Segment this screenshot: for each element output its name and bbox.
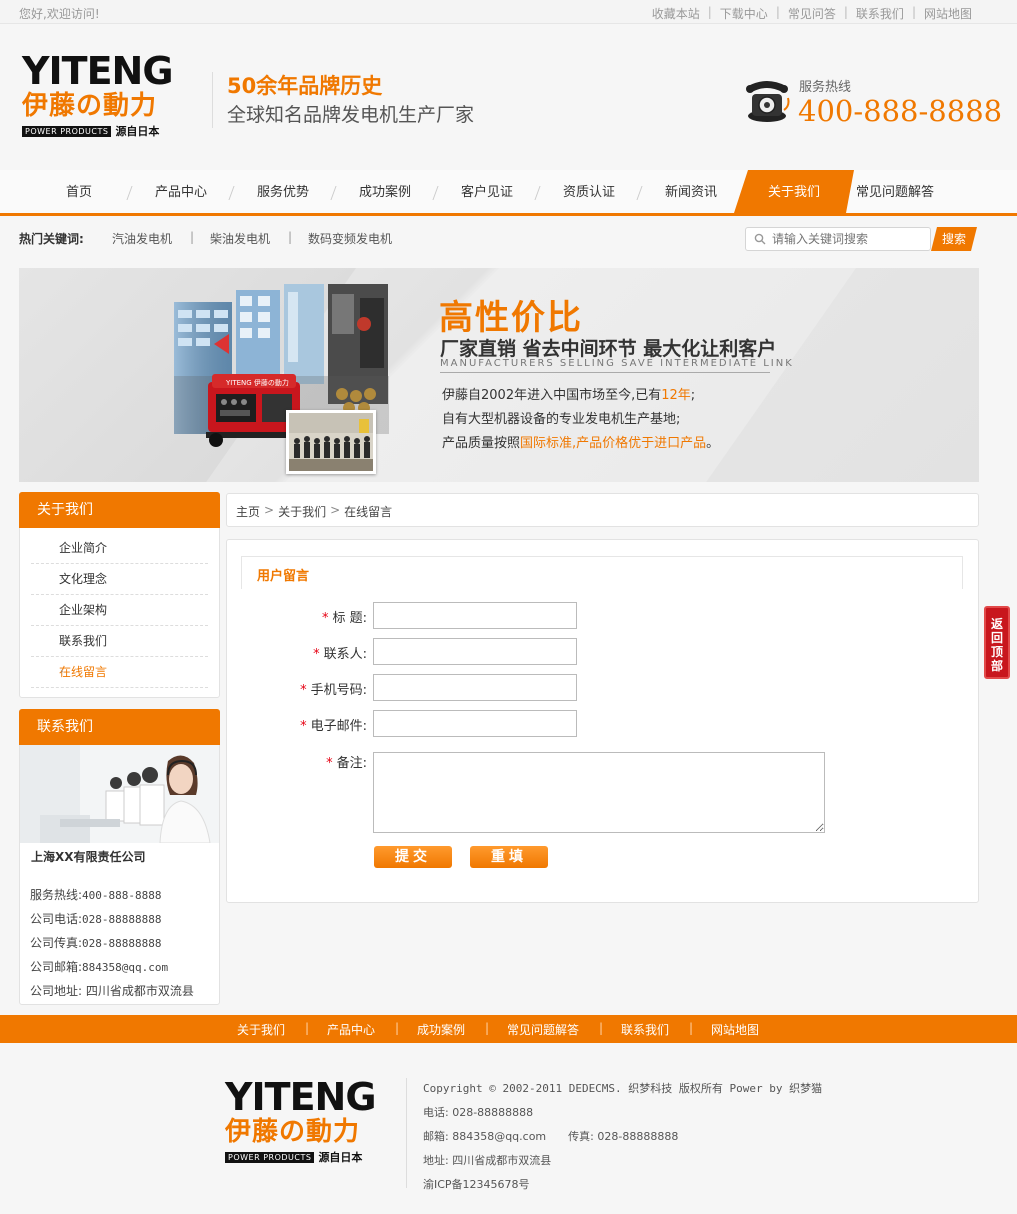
submit-button[interactable]: 提交 xyxy=(374,846,452,868)
footer-link-sitemap[interactable]: 网站地图 xyxy=(711,1021,759,1038)
top-link-favorite[interactable]: 收藏本站 xyxy=(652,5,700,22)
sidebar-item-message[interactable]: › 在线留言 xyxy=(31,657,208,688)
breadcrumb-current[interactable]: 在线留言 xyxy=(344,503,392,520)
back-to-top-button[interactable]: 返回顶部 xyxy=(984,606,1010,679)
sidebar-item-culture[interactable]: › 文化理念 xyxy=(31,564,208,595)
banner-line-3: 产品质量按照国际标准,产品价格优于进口产品。 xyxy=(442,436,720,451)
footer-nav: 关于我们 | 产品中心 | 成功案例 | 常见问题解答 | 联系我们 | 网站地… xyxy=(0,1015,1017,1043)
reset-button[interactable]: 重填 xyxy=(470,846,548,868)
banner-title: 高性价比 xyxy=(439,298,583,338)
title-input[interactable] xyxy=(373,602,577,629)
nav-certification[interactable]: 资质认证 xyxy=(539,170,639,213)
top-link-sitemap[interactable]: 网站地图 xyxy=(924,5,972,22)
breadcrumb-about[interactable]: 关于我们 xyxy=(278,503,326,520)
sidebar-fax: 公司传真:028-88888888 xyxy=(30,936,162,950)
sidebar-item-intro[interactable]: › 企业简介 xyxy=(31,533,208,564)
banner-english: MANUFACTURERS SELLING SAVE INTERMEDIATE … xyxy=(440,358,794,369)
form-section-title: 用户留言 xyxy=(257,569,310,584)
nav-news[interactable]: 新闻资讯 xyxy=(641,170,741,213)
nav-faq[interactable]: 常见问题解答 xyxy=(845,170,945,213)
contact-name-input[interactable] xyxy=(373,638,577,665)
nav-cases[interactable]: 成功案例 xyxy=(335,170,435,213)
main-nav: 首页 产品中心 服务优势 成功案例 客户见证 资质认证 新闻资讯 关于我们 常见… xyxy=(0,170,1017,216)
hotline-label: 服务热线 xyxy=(799,80,852,95)
search-icon xyxy=(754,233,766,245)
search-input[interactable] xyxy=(772,230,922,248)
contact-sidebar-title: 联系我们 xyxy=(19,709,220,745)
svg-text:YITENG 伊藤の動力: YITENG 伊藤の動力 xyxy=(225,378,289,387)
field-label-contact: * 联系人: xyxy=(313,647,367,662)
sidebar-address: 公司地址: 四川省成都市双流县 xyxy=(30,984,194,998)
hotline-number: 400-888-8888 xyxy=(798,94,1003,128)
footer-icp: 渝ICP备12345678号 xyxy=(423,1178,530,1191)
footer-logo: YITENG 伊藤の動力 POWER PRODUCTS 源自日本 xyxy=(225,1075,377,1164)
site-logo[interactable]: YITENG 伊藤の動力 POWER PRODUCTS 源自日本 xyxy=(22,52,194,139)
top-link-faq[interactable]: 常见问答 xyxy=(788,5,836,22)
nav-testimonials[interactable]: 客户见证 xyxy=(437,170,537,213)
keyword-inverter[interactable]: 数码变频发电机 xyxy=(308,230,392,247)
nav-products[interactable]: 产品中心 xyxy=(131,170,231,213)
field-label-email: * 电子邮件: xyxy=(300,719,367,734)
customer-service-image xyxy=(20,745,219,843)
welcome-text: 您好,欢迎访问! xyxy=(19,7,100,21)
banner-line-1: 伊藤自2002年进入中国市场至今,已有12年; xyxy=(442,388,696,403)
remarks-textarea[interactable] xyxy=(373,752,825,833)
keyword-gasoline[interactable]: 汽油发电机 xyxy=(112,230,172,247)
hot-keywords-label: 热门关键词: xyxy=(19,232,84,246)
banner-divider xyxy=(440,372,770,373)
form-section-header: 用户留言 xyxy=(241,556,963,589)
breadcrumb: 主页 > 关于我们 > 在线留言 xyxy=(236,503,393,520)
about-sidebar-title: 关于我们 xyxy=(19,492,220,528)
sidebar-phone: 公司电话:028-88888888 xyxy=(30,912,162,926)
field-label-mobile: * 手机号码: xyxy=(300,683,367,698)
footer-link-contact[interactable]: 联系我们 xyxy=(621,1021,669,1038)
mobile-input[interactable] xyxy=(373,674,577,701)
banner-subtitle: 厂家直销 省去中间环节 最大化让利客户 xyxy=(440,338,777,360)
slogan-brand: 全球知名品牌发电机生产厂家 xyxy=(227,104,475,126)
footer-link-products[interactable]: 产品中心 xyxy=(327,1021,375,1038)
footer-divider xyxy=(406,1078,407,1188)
header-divider xyxy=(212,72,213,128)
footer-link-faq[interactable]: 常见问题解答 xyxy=(507,1021,579,1038)
breadcrumb-home[interactable]: 主页 xyxy=(236,503,260,520)
breadcrumb-bar: 主页 > 关于我们 > 在线留言 xyxy=(226,493,979,527)
top-link-contact[interactable]: 联系我们 xyxy=(856,5,904,22)
top-bar: 您好,欢迎访问! 收藏本站 | 下载中心 | 常见问答 | 联系我们 | 网站地图 xyxy=(0,0,1017,24)
search-box xyxy=(745,227,931,251)
nav-about[interactable]: 关于我们 xyxy=(734,170,854,213)
footer-phone: 电话: 028-88888888 xyxy=(423,1106,534,1119)
sidebar-item-structure[interactable]: › 企业架构 xyxy=(31,595,208,626)
footer-link-cases[interactable]: 成功案例 xyxy=(417,1021,465,1038)
nav-services[interactable]: 服务优势 xyxy=(233,170,333,213)
footer-link-about[interactable]: 关于我们 xyxy=(237,1021,285,1038)
search-button[interactable]: 搜索 xyxy=(931,227,977,251)
sidebar-item-contact[interactable]: › 联系我们 xyxy=(31,626,208,657)
footer-address: 地址: 四川省成都市双流县 xyxy=(423,1154,552,1167)
slogan-history: 50余年品牌历史 xyxy=(227,74,383,98)
sidebar-hotline: 服务热线:400-888-8888 xyxy=(30,888,162,902)
nav-home[interactable]: 首页 xyxy=(29,170,129,213)
field-label-remarks: * 备注: xyxy=(326,756,367,771)
banner-line-2: 自有大型机器设备的专业发电机生产基地; xyxy=(442,412,681,427)
company-name: 上海XX有限责任公司 xyxy=(31,850,146,864)
footer-email-fax: 邮箱: 884358@qq.com 传真: 028-88888888 xyxy=(423,1130,679,1143)
sidebar-email: 公司邮箱:884358@qq.com xyxy=(30,960,169,974)
banner: YITENG 伊藤の動力 高性价比 厂家直销 省去中间环节 最大化让利客户 MA… xyxy=(19,268,979,482)
email-input[interactable] xyxy=(373,710,577,737)
keyword-diesel[interactable]: 柴油发电机 xyxy=(210,230,270,247)
top-link-download[interactable]: 下载中心 xyxy=(720,5,768,22)
field-label-title: * 标 题: xyxy=(321,611,367,626)
telephone-icon xyxy=(746,81,790,122)
team-photo xyxy=(286,410,376,474)
footer-copyright: Copyright © 2002-2011 DEDECMS. 织梦科技 版权所有… xyxy=(423,1082,823,1095)
top-links: 收藏本站 | 下载中心 | 常见问答 | 联系我们 | 网站地图 xyxy=(651,5,972,22)
